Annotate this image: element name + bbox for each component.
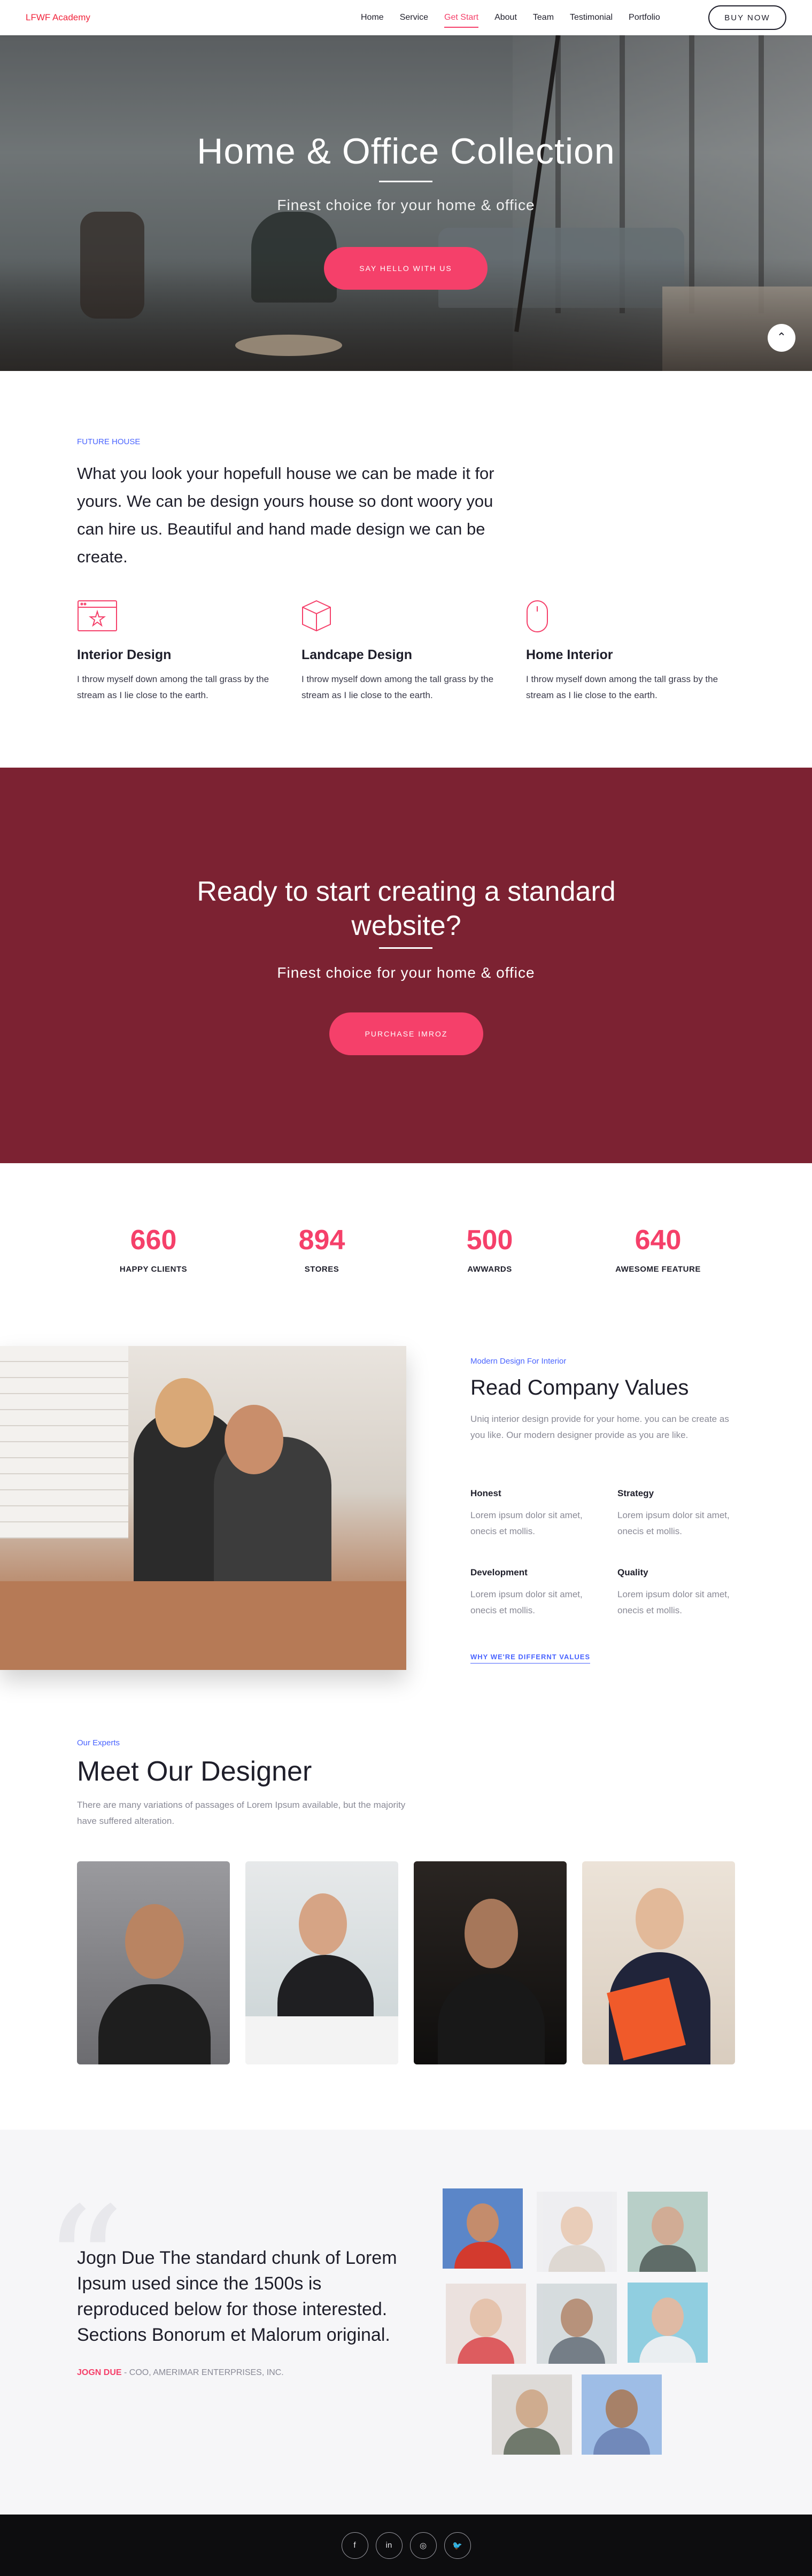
cta-subtitle: Finest choice for your home & office (277, 964, 535, 981)
stat-counter: 660 HAPPY CLIENTS (95, 1224, 212, 1274)
couple-photo (0, 1346, 406, 1670)
values-description: Uniq interior design provide for your ho… (470, 1414, 729, 1440)
feature-card: Interior Design I throw myself down amon… (77, 600, 280, 703)
cube-icon (302, 600, 331, 632)
values-title: Read Company Values (470, 1376, 689, 1399)
author-role: - COO, AMERIMAR ENTERPRISES, INC. (121, 2368, 284, 2377)
feature-card: Landcape Design I throw myself down amon… (301, 600, 505, 703)
team-member-photo[interactable] (582, 1861, 735, 2064)
stat-counter: 894 STORES (263, 1224, 381, 1274)
team-eyebrow: Our Experts (77, 1738, 120, 1747)
stat-label: AWESOME FEATURE (615, 1265, 701, 1274)
features-eyebrow: FUTURE HOUSE (77, 437, 141, 446)
client-avatar[interactable] (628, 2283, 708, 2363)
testimonial-author: JOGN DUE - COO, AMERIMAR ENTERPRISES, IN… (77, 2368, 284, 2378)
client-avatar[interactable] (628, 2192, 708, 2272)
menu-item-testimonial[interactable]: Testimonial (562, 0, 621, 35)
team-member-photo[interactable] (414, 1861, 567, 2064)
menu-item-team[interactable]: Team (525, 0, 562, 35)
menu-item-get-start[interactable]: Get Start (436, 0, 486, 35)
client-avatar[interactable] (443, 2188, 523, 2269)
mouse-icon (527, 600, 548, 632)
footer: f in ◎ 🐦 (0, 2515, 812, 2576)
browser-star-icon (78, 600, 117, 631)
brand-logo[interactable]: LFWF Academy (26, 12, 90, 23)
client-avatar[interactable] (492, 2374, 572, 2455)
say-hello-button[interactable]: SAY HELLO WITH US (324, 247, 488, 290)
instagram-icon[interactable]: ◎ (409, 2532, 437, 2559)
menu-item-portfolio[interactable]: Portfolio (621, 0, 668, 35)
client-avatar[interactable] (537, 2192, 617, 2272)
feature-text: I throw myself down among the tall grass… (526, 674, 718, 700)
client-avatar[interactable] (537, 2284, 617, 2364)
stat-value: 894 (298, 1225, 345, 1256)
value-title: Quality (617, 1567, 648, 1577)
testimonial-quote: Jogn Due The standard chunk of Lorem Ips… (77, 2248, 397, 2345)
main-menu: Home Service Get Start About Team Testim… (353, 0, 668, 35)
feature-title: Home Interior (526, 647, 613, 662)
linkedin-icon[interactable]: in (375, 2532, 403, 2559)
value-text: Lorem ipsum dolor sit amet, onecis et mo… (470, 1589, 583, 1615)
value-text: Lorem ipsum dolor sit amet, onecis et mo… (617, 1589, 730, 1615)
values-link[interactable]: WHY WE'RE DIFFERNT VALUES (470, 1653, 591, 1664)
stat-value: 660 (130, 1225, 177, 1256)
team-description: There are many variations of passages of… (77, 1800, 406, 1826)
value-text: Lorem ipsum dolor sit amet, onecis et mo… (617, 1510, 730, 1536)
buy-now-button[interactable]: BUY NOW (708, 5, 786, 30)
stat-value: 640 (635, 1225, 682, 1256)
facebook-icon[interactable]: f (341, 2532, 368, 2559)
feature-card: Home Interior I throw myself down among … (526, 600, 729, 703)
menu-item-service[interactable]: Service (392, 0, 436, 35)
twitter-icon[interactable]: 🐦 (444, 2532, 471, 2559)
hero-subtitle: Finest choice for your home & office (277, 197, 535, 213)
stat-counter: 640 AWESOME FEATURE (599, 1224, 717, 1274)
value-item: Honest Lorem ipsum dolor sit amet, oneci… (470, 1488, 588, 1540)
feature-text: I throw myself down among the tall grass… (301, 674, 494, 700)
client-avatar[interactable] (582, 2374, 662, 2455)
chevron-up-icon[interactable]: ⌃ (768, 324, 795, 352)
team-member-photo[interactable] (77, 1861, 230, 2064)
stat-counter: 500 AWWARDS (431, 1224, 548, 1274)
value-item: Strategy Lorem ipsum dolor sit amet, one… (617, 1488, 735, 1540)
hero-divider (379, 181, 432, 182)
value-title: Development (470, 1567, 528, 1577)
menu-item-home[interactable]: Home (353, 0, 392, 35)
cta-divider (379, 947, 432, 949)
hero-title: Home & Office Collection (197, 131, 615, 172)
stat-label: HAPPY CLIENTS (119, 1265, 188, 1274)
purchase-button[interactable]: PURCHASE IMROZ (329, 1012, 483, 1055)
menu-item-about[interactable]: About (486, 0, 525, 35)
value-item: Development Lorem ipsum dolor sit amet, … (470, 1567, 588, 1619)
feature-title: Landcape Design (301, 647, 412, 662)
value-text: Lorem ipsum dolor sit amet, onecis et mo… (470, 1510, 583, 1536)
stat-value: 500 (466, 1225, 513, 1256)
value-title: Strategy (617, 1488, 654, 1498)
cta-banner: Ready to start creating a standard websi… (0, 768, 812, 1163)
stat-label: STORES (304, 1265, 339, 1274)
team-title: Meet Our Designer (77, 1756, 312, 1787)
value-item: Quality Lorem ipsum dolor sit amet, onec… (617, 1567, 735, 1619)
team-member-photo[interactable] (245, 1861, 398, 2064)
hero-section: Home & Office Collection Finest choice f… (0, 35, 812, 371)
features-intro: What you look your hopefull house we can… (77, 464, 494, 566)
feature-title: Interior Design (77, 647, 172, 662)
stat-label: AWWARDS (467, 1265, 512, 1274)
author-name: JOGN DUE (77, 2368, 122, 2377)
value-title: Honest (470, 1488, 501, 1498)
top-navbar: LFWF Academy Home Service Get Start Abou… (0, 0, 812, 35)
values-eyebrow: Modern Design For Interior (470, 1357, 567, 1366)
cta-title: Ready to start creating a standard websi… (197, 876, 616, 941)
feature-text: I throw myself down among the tall grass… (77, 674, 269, 700)
client-avatar[interactable] (446, 2284, 526, 2364)
